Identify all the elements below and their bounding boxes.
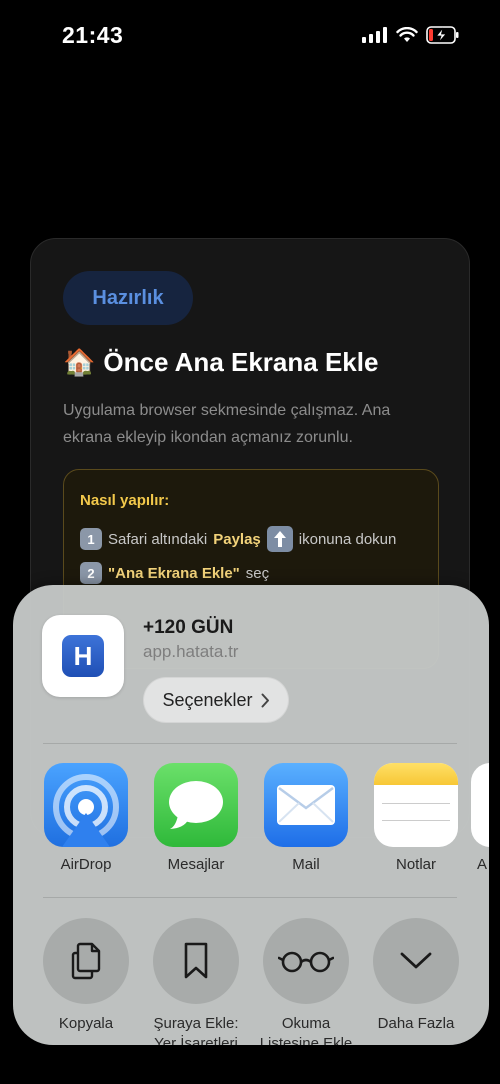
share-app-label: AirDrop [60,856,112,873]
share-arrow-icon [266,526,293,552]
share-app-messages[interactable]: Mesajlar [141,763,251,873]
card-description: Uygulama browser sekmesinde çalışmaz. An… [63,402,391,446]
share-app-label: Notlar [395,856,436,873]
action-circle [373,918,459,1004]
keycap-2-icon: 2 [80,562,102,584]
step1-pre: Safari altındaki [108,530,208,548]
action-label: Okuma Listesine Ekle [259,1015,353,1045]
share-app-mail[interactable]: Mail [251,763,361,873]
shared-page-url: app.hatata.tr [143,642,239,661]
battery-charging-icon [426,26,459,44]
partial-app-icon [471,763,489,847]
mail-icon [264,763,348,847]
app-icon-letter: H [62,635,104,677]
share-sheet: H +120 GÜN app.hatata.tr Seçenekler AirD… [13,585,489,1045]
action-more[interactable]: Daha Fazla [361,918,471,1034]
howto-step-2: 2 "Ana Ekrana Ekle" seç [80,562,269,584]
chevron-down-icon [400,952,432,969]
share-app-partial[interactable]: A [471,763,489,873]
cellular-signal-icon [362,27,387,43]
house-emoji-icon: 🏠 [63,347,96,377]
keycap-1-icon: 1 [80,528,102,550]
step1-bold: Paylaş [213,530,261,548]
notes-icon [374,763,458,847]
howto-step-1: 1 Safari altındaki Paylaş ikonuna dokun [80,526,396,552]
share-app-label: Mesajlar [167,856,225,873]
glasses-icon [278,951,334,973]
action-reading-list[interactable]: Okuma Listesine Ekle [251,918,361,1045]
card-title: 🏠 Önce Ana Ekrana Ekle [63,347,378,378]
step2-post: seç [245,564,270,582]
bookmark-icon [184,942,208,979]
step1-post: ikonuna dokun [298,530,397,548]
copy-icon [71,942,101,980]
step2-bold: "Ana Ekrana Ekle" [108,564,240,582]
status-bar: 21:43 [0,0,500,76]
share-app-notes[interactable]: Notlar [361,763,471,873]
status-time: 21:43 [62,22,124,48]
action-label: Kopyala [58,1015,114,1032]
action-circle [43,918,129,1004]
app-icon: H [42,615,124,697]
chevron-right-icon [261,693,269,707]
divider [43,743,457,744]
share-app-label: A [477,856,488,873]
options-button[interactable]: Seçenekler [143,677,289,723]
messages-icon [154,763,238,847]
action-add-bookmark[interactable]: Şuraya Ekle: Yer İşaretleri [141,918,251,1045]
action-circle [263,918,349,1004]
action-circle [153,918,239,1004]
action-label: Daha Fazla [377,1015,455,1032]
share-app-airdrop[interactable]: AirDrop [31,763,141,873]
shared-page-title: +120 GÜN [143,617,234,638]
card-title-text: Önce Ana Ekrana Ekle [103,347,379,377]
airdrop-icon [44,763,128,847]
status-icons [362,26,460,44]
share-apps-row: AirDrop Mesajlar Mail Notlar A [13,763,489,883]
action-copy[interactable]: Kopyala [31,918,141,1034]
options-label: Seçenekler [162,689,253,710]
share-app-label: Mail [292,856,320,873]
divider [43,897,457,898]
section-pill: Hazırlık [63,271,193,325]
action-label: Şuraya Ekle: Yer İşaretleri [153,1015,239,1045]
wifi-icon [396,27,418,42]
howto-title: Nasıl yapılır: [80,492,170,509]
share-actions-row: Kopyala Şuraya Ekle: Yer İşaretleri Okum… [13,918,489,1045]
